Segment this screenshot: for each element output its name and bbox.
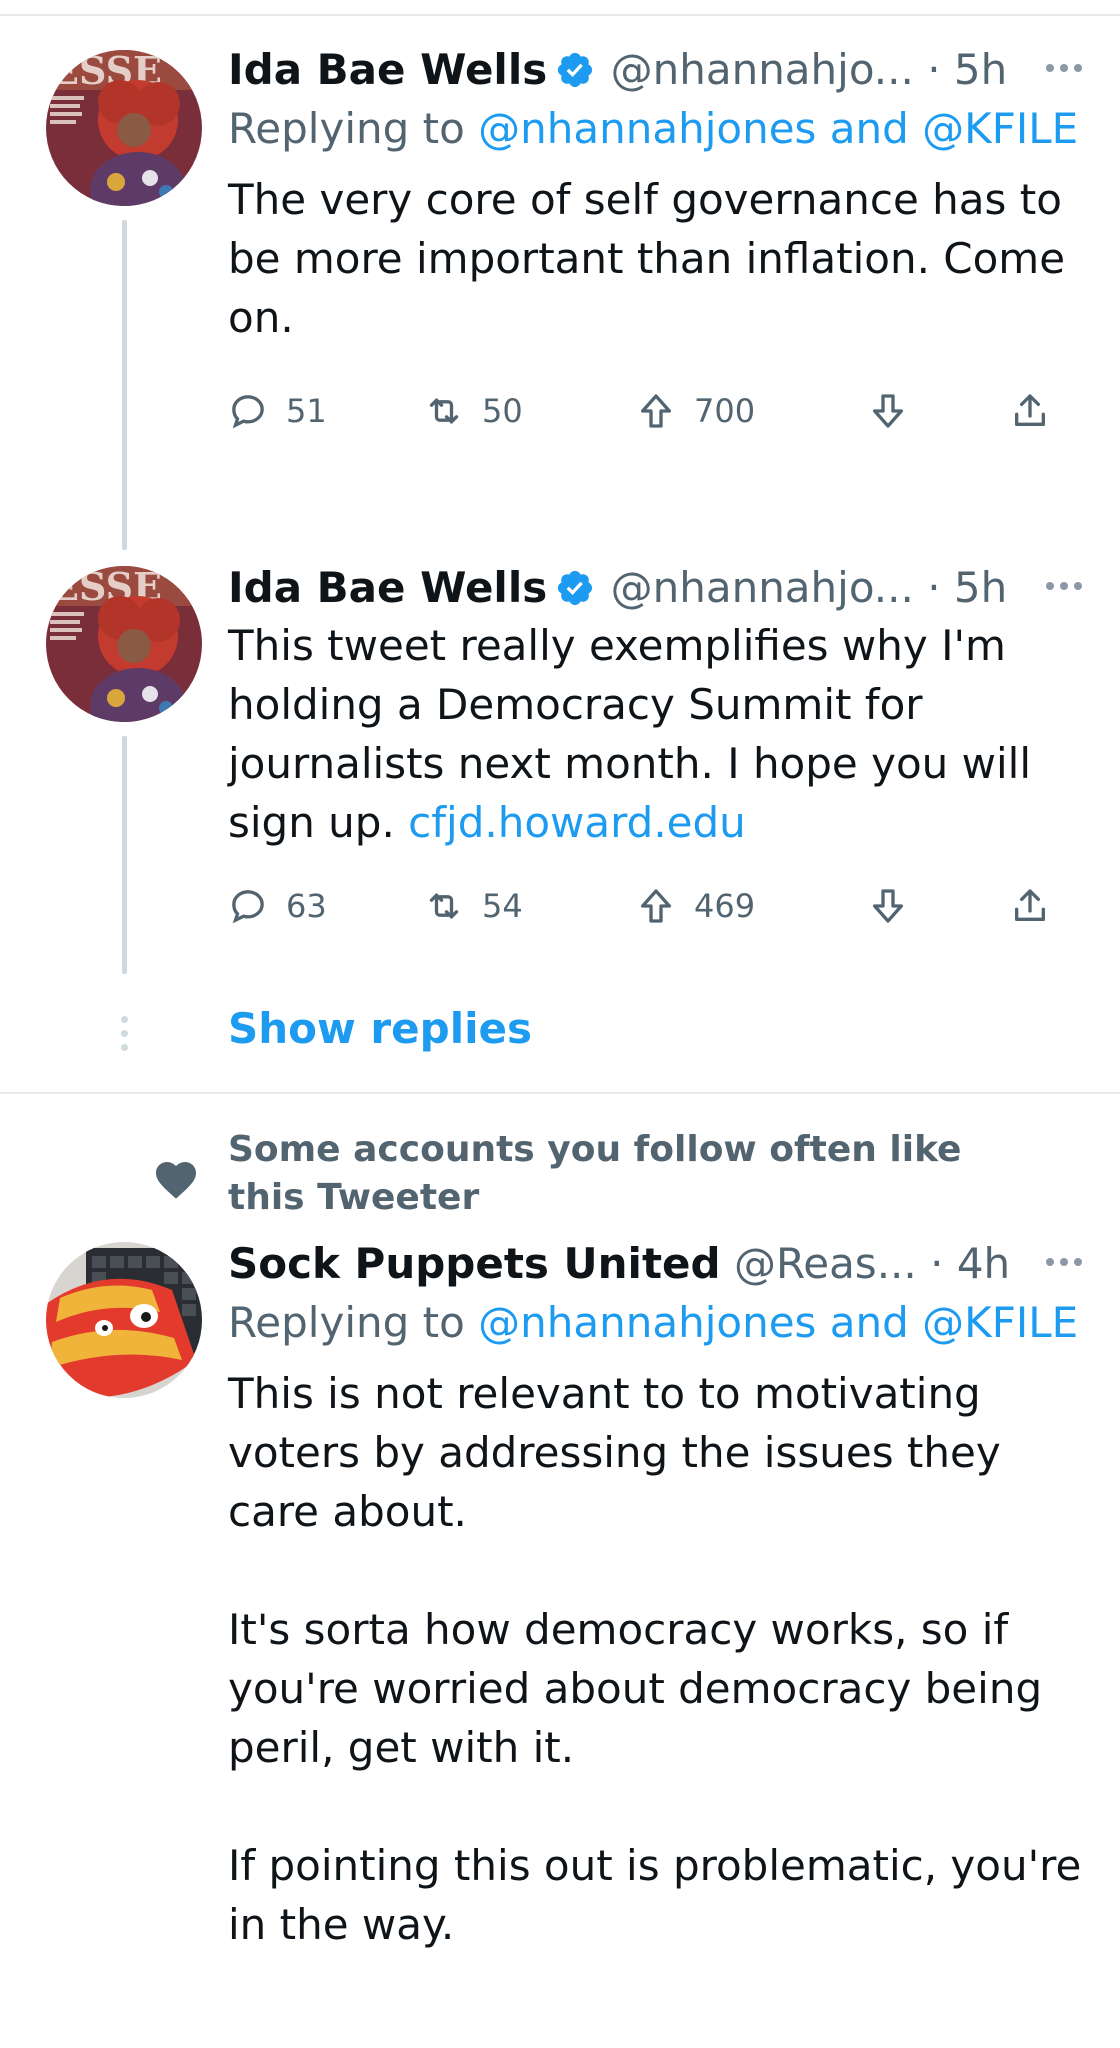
top-divider (0, 14, 1120, 16)
display-name[interactable]: Ida Bae Wells (228, 45, 547, 94)
tweet-text: The very core of self governance has to … (228, 170, 1088, 347)
tweet-header: Sock Puppets United @Reas... · 4h (228, 1236, 1088, 1292)
timestamp[interactable]: 5h (954, 563, 1007, 612)
tweet-header: Ida Bae Wells @nhannahjo... · 5h (228, 42, 1088, 98)
downvote-button[interactable] (868, 878, 926, 934)
tweet-actions: 63 54 469 (228, 878, 1058, 934)
show-replies-link[interactable]: Show replies (228, 1004, 532, 1053)
upvote-button[interactable]: 469 (636, 878, 755, 934)
reply-button[interactable]: 51 (228, 383, 327, 439)
replying-to: Replying to @nhannahjones and @KFILE (228, 98, 1088, 160)
avatar[interactable]: ESSE (46, 566, 202, 722)
upvote-count: 700 (694, 392, 756, 430)
share-button[interactable] (1010, 383, 1068, 439)
replying-to-label: Replying to (228, 1298, 465, 1347)
thread-line (122, 736, 127, 974)
avatar[interactable] (46, 1242, 202, 1398)
timestamp[interactable]: 4h (957, 1239, 1010, 1288)
more-options-icon[interactable] (1046, 582, 1088, 594)
tweet-text-paragraph: This is not relevant to to motivating vo… (228, 1369, 1001, 1536)
retweet-count: 54 (482, 887, 523, 925)
reply-count: 63 (286, 887, 327, 925)
display-name[interactable]: Sock Puppets United (228, 1239, 721, 1288)
handle[interactable]: @nhannahjo... (611, 563, 914, 612)
retweet-icon (429, 893, 459, 919)
tweet-text-paragraph: This tweet really exemplifies why I'm ho… (228, 616, 1088, 852)
reply-mentions[interactable]: @nhannahjones and @KFILE (478, 1298, 1078, 1347)
retweet-button[interactable]: 54 (424, 878, 523, 934)
tweet[interactable]: Sock Puppets United @Reas... · 4h Replyi… (228, 1236, 1088, 1954)
retweet-button[interactable]: 50 (424, 383, 523, 439)
timestamp[interactable]: 5h (954, 45, 1007, 94)
replying-to: Replying to @nhannahjones and @KFILE (228, 1292, 1088, 1354)
tweet-text: This is not relevant to to motivating vo… (228, 1364, 1088, 1954)
verified-badge-icon (558, 52, 593, 88)
upvote-arrow-icon (641, 889, 671, 923)
tweet-text-paragraph: It's sorta how democracy works, so if yo… (228, 1605, 1043, 1772)
tweet-text-paragraph: If pointing this out is problematic, you… (228, 1841, 1082, 1949)
social-context-label: Some accounts you follow often like this… (228, 1129, 962, 1218)
separator: · (927, 45, 941, 94)
retweet-count: 50 (482, 392, 523, 430)
heart-icon (156, 1162, 196, 1199)
tweet-text: This tweet really exemplifies why I'm ho… (228, 616, 1088, 852)
tweet-header: Ida Bae Wells @nhannahjo... · 5h (228, 560, 1088, 616)
section-divider (0, 1092, 1120, 1094)
tweet-text-paragraph: The very core of self governance has to … (228, 175, 1066, 342)
share-button[interactable] (1010, 878, 1068, 934)
avatar[interactable]: ESSE (46, 50, 202, 206)
separator: · (930, 1239, 944, 1288)
share-icon (1015, 889, 1045, 921)
separator: · (927, 563, 941, 612)
reply-button[interactable]: 63 (228, 878, 327, 934)
verified-badge-icon (558, 570, 593, 606)
thread-line (122, 220, 127, 550)
more-options-icon[interactable] (1046, 64, 1088, 76)
reply-icon (232, 890, 264, 924)
downvote-arrow-icon (873, 394, 903, 428)
reply-count: 51 (286, 392, 327, 430)
reply-mentions[interactable]: @nhannahjones and @KFILE (478, 104, 1078, 153)
reply-icon (232, 395, 264, 429)
upvote-arrow-icon (641, 394, 671, 428)
replying-to-label: Replying to (228, 104, 465, 153)
share-icon (1015, 394, 1045, 426)
more-options-icon[interactable] (1046, 1258, 1088, 1270)
tweet[interactable]: Ida Bae Wells @nhannahjo... · 5h This tw… (228, 560, 1088, 934)
handle[interactable]: @Reas... (734, 1239, 917, 1288)
display-name[interactable]: Ida Bae Wells (228, 563, 547, 612)
handle[interactable]: @nhannahjo... (611, 45, 914, 94)
downvote-button[interactable] (868, 383, 926, 439)
thread-continuation-dots (118, 1016, 130, 1052)
tweet[interactable]: Ida Bae Wells @nhannahjo... · 5h Replyin… (228, 42, 1088, 439)
tweet-actions: 51 50 700 (228, 383, 1058, 439)
upvote-count: 469 (694, 887, 756, 925)
upvote-button[interactable]: 700 (636, 383, 755, 439)
downvote-arrow-icon (873, 889, 903, 923)
retweet-icon (429, 398, 459, 424)
tweet-link[interactable]: cfjd.howard.edu (408, 798, 746, 847)
